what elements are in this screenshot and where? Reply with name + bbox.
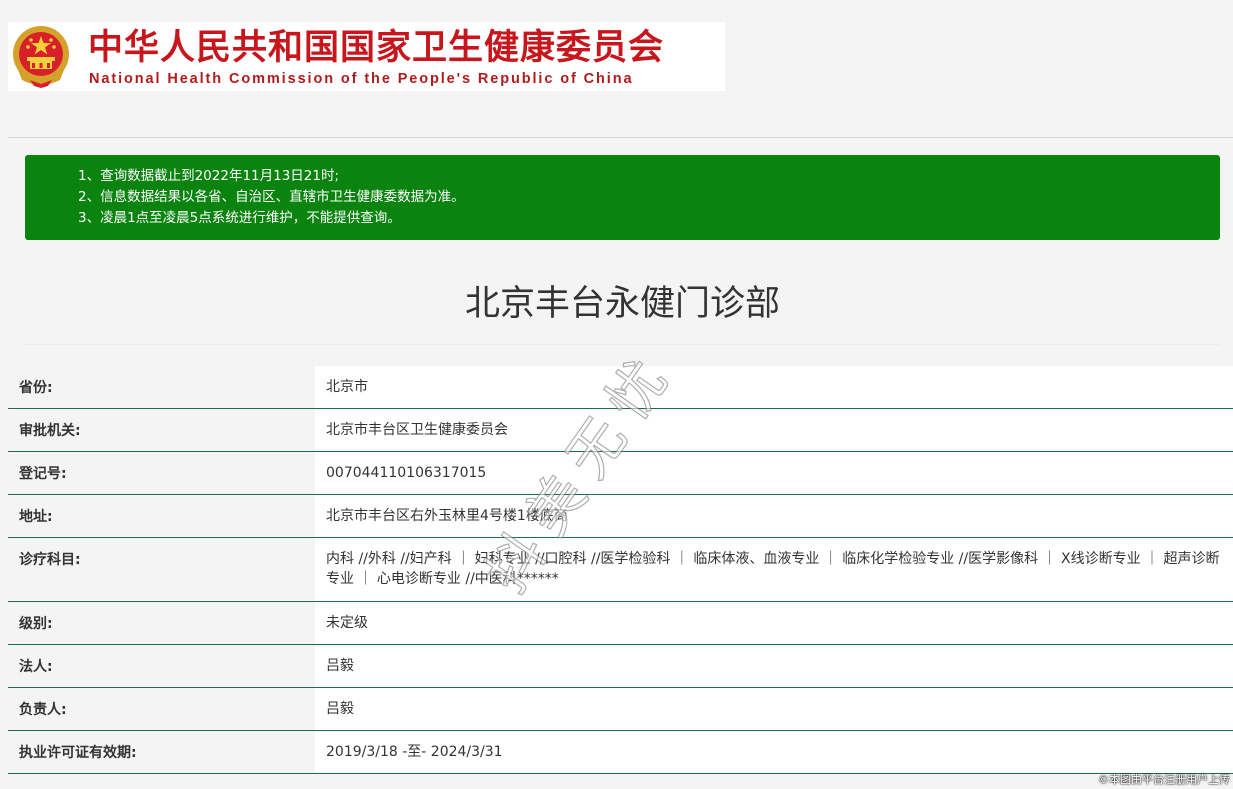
site-title-en: National Health Commission of the People… — [89, 71, 634, 87]
info-label: 登记号: — [8, 452, 315, 494]
info-row-approval-authority: 审批机关: 北京市丰台区卫生健康委员会 — [8, 409, 1233, 452]
info-label: 省份: — [8, 366, 315, 408]
header-banner: 中华人民共和国国家卫生健康委员会 National Health Commiss… — [8, 22, 725, 91]
notice-line: 3、凌晨1点至凌晨5点系统进行维护，不能提供查询。 — [78, 210, 401, 226]
upload-credit: ©本图由平台注册用户上传 — [1098, 773, 1230, 786]
info-value: 吕毅 — [315, 645, 1233, 687]
national-emblem-icon — [13, 26, 69, 88]
info-value: 内科 //外科 //妇产科 ｜ 妇科专业 //口腔科 //医学检验科 ｜ 临床体… — [315, 538, 1233, 601]
info-row-person-in-charge: 负责人: 吕毅 — [8, 688, 1233, 731]
info-value: 2019/3/18 -至- 2024/3/31 — [315, 731, 1233, 773]
notice-line: 1、查询数据截止到2022年11月13日21时; — [78, 168, 340, 184]
info-label: 执业许可证有效期: — [8, 731, 315, 773]
info-label: 审批机关: — [8, 409, 315, 451]
info-label: 负责人: — [8, 688, 315, 730]
page-title: 北京丰台永健门诊部 — [464, 284, 780, 324]
info-label: 地址: — [8, 495, 315, 537]
info-row-license-validity: 执业许可证有效期: 2019/3/18 -至- 2024/3/31 — [8, 731, 1233, 774]
site-title-cn: 中华人民共和国国家卫生健康委员会 — [88, 27, 665, 68]
info-value: 北京市 — [315, 366, 1233, 408]
info-row-legal-person: 法人: 吕毅 — [8, 645, 1233, 688]
info-value: 吕毅 — [315, 688, 1233, 730]
info-value: 北京市丰台区右外玉林里4号楼1楼底商 — [315, 495, 1233, 537]
info-value: 未定级 — [315, 602, 1233, 644]
notice-box: 1、查询数据截止到2022年11月13日21时; 2、信息数据结果以各省、自治区… — [25, 155, 1220, 240]
info-row-province: 省份: 北京市 — [8, 366, 1233, 409]
info-row-registration-number: 登记号: 007044110106317015 — [8, 452, 1233, 495]
info-value: 007044110106317015 — [315, 452, 1233, 494]
info-table: 省份: 北京市 审批机关: 北京市丰台区卫生健康委员会 登记号: 0070441… — [8, 366, 1233, 774]
info-row-level: 级别: 未定级 — [8, 602, 1233, 645]
info-row-address: 地址: 北京市丰台区右外玉林里4号楼1楼底商 — [8, 495, 1233, 538]
notice-line: 2、信息数据结果以各省、自治区、直辖市卫生健康委数据为准。 — [78, 189, 465, 205]
info-value: 北京市丰台区卫生健康委员会 — [315, 409, 1233, 451]
info-label: 级别: — [8, 602, 315, 644]
info-label: 诊疗科目: — [8, 538, 315, 601]
header-divider — [8, 137, 1233, 138]
info-row-departments: 诊疗科目: 内科 //外科 //妇产科 ｜ 妇科专业 //口腔科 //医学检验科… — [8, 538, 1233, 602]
info-label: 法人: — [8, 645, 315, 687]
title-divider — [25, 344, 1220, 345]
